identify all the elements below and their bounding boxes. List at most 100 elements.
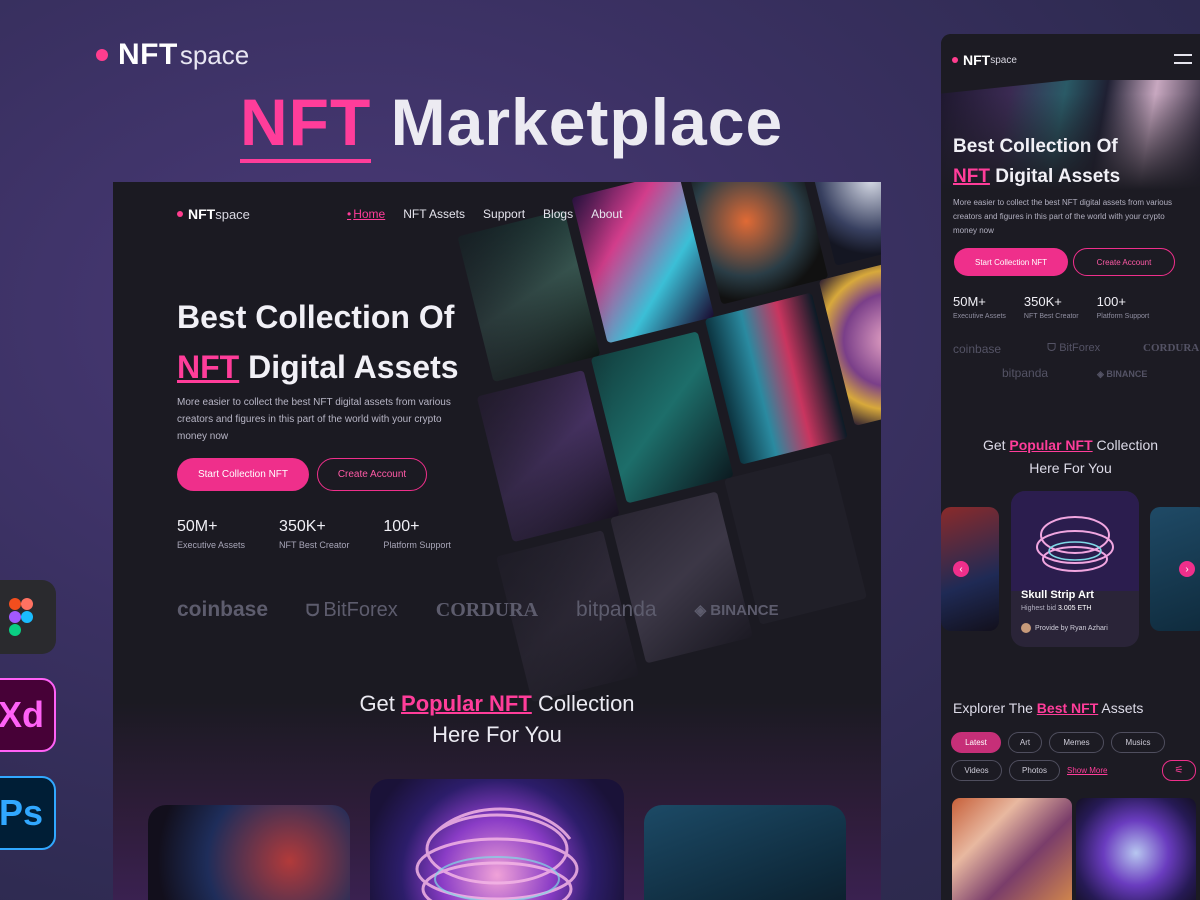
desktop-logo[interactable]: NFT space — [177, 206, 250, 222]
card-provider: Provide by Ryan Azhari — [1021, 623, 1108, 633]
start-collection-button[interactable]: Start Collection NFT — [177, 458, 309, 491]
stat-platforms: 100+ Platform Support — [1097, 294, 1150, 320]
logo-sub: space — [990, 54, 1017, 66]
stat-value: 50M+ — [953, 294, 986, 309]
logo-sub: space — [215, 206, 250, 222]
mobile-hero-heading: Best Collection Of NFT Digital Assets — [953, 132, 1120, 192]
stat-value: 50M+ — [177, 518, 218, 535]
logo-dot-icon — [952, 57, 958, 63]
stat-label: Platform Support — [383, 540, 451, 550]
hero-accent: NFT — [177, 349, 240, 385]
carousel-prev-icon[interactable]: ‹ — [953, 561, 969, 577]
popular-post: Collection — [1096, 437, 1159, 453]
show-more-link[interactable]: Show More — [1067, 766, 1107, 775]
chip-videos[interactable]: Videos — [951, 760, 1002, 781]
hero-line2: Digital Assets — [248, 349, 459, 385]
skull-art-icon — [415, 807, 579, 900]
logo-main: NFT — [963, 52, 991, 68]
nft-card[interactable] — [148, 805, 350, 900]
stat-label: NFT Best Creator — [1023, 313, 1079, 320]
art-tile — [704, 292, 848, 465]
logo-dot-icon — [177, 211, 183, 217]
hero-accent: NFT — [953, 166, 990, 187]
mobile-navbar: NFT space — [941, 34, 1200, 80]
mobile-stats-row: 50M+ Executive Assets 350K+ NFT Best Creat… — [953, 294, 1149, 320]
brand-logo: NFT space — [96, 38, 249, 72]
binance-icon: ◈ — [694, 602, 711, 619]
popular-accent: Popular NFT — [1009, 437, 1093, 453]
partner-coinbase: coinbase — [953, 342, 1002, 356]
partner-binance: ◈ BINANCE — [1097, 369, 1147, 380]
filter-sliders-icon[interactable]: ⚟ — [1162, 760, 1196, 781]
partner-bitpanda: bitpanda — [1002, 366, 1049, 380]
chip-latest[interactable]: Latest — [951, 732, 1001, 753]
carousel-next-icon[interactable]: › — [1179, 561, 1195, 577]
nft-card[interactable] — [644, 805, 846, 900]
nav-nft-assets[interactable]: NFT Assets — [403, 207, 465, 221]
hero-line2: Digital Assets — [995, 166, 1121, 187]
partner-logos: coinbase ᗜ BitForex CORDURA bitpanda ◈ BI… — [177, 598, 779, 622]
stat-value: 100+ — [383, 518, 420, 535]
explore-pre: Explorer The — [953, 700, 1033, 716]
create-account-button[interactable]: Create Account — [317, 458, 427, 491]
partner-coinbase: coinbase — [177, 598, 269, 621]
hero-line1: Best Collection Of — [953, 136, 1118, 157]
partner-cordura: CORDURA — [435, 598, 539, 621]
popular-post: Collection — [537, 691, 635, 716]
art-tile — [610, 491, 754, 664]
nft-card-featured[interactable] — [370, 779, 624, 900]
xd-label: Xd — [0, 694, 44, 735]
partner-bitpanda: bitpanda — [576, 598, 657, 621]
explore-accent: Best NFT — [1036, 700, 1099, 716]
page-title: NFT Marketplace — [240, 84, 784, 163]
partner-binance-label: BINANCE — [1106, 369, 1148, 379]
popular-accent: Popular NFT — [401, 691, 532, 716]
partner-binance-label: BINANCE — [710, 602, 779, 619]
partner-cordura: CORDURA — [1143, 342, 1200, 354]
nav-blogs[interactable]: Blogs — [543, 207, 573, 221]
chip-memes[interactable]: Memes — [1049, 732, 1104, 753]
chip-photos[interactable]: Photos — [1009, 760, 1060, 781]
popular-pre: Get — [359, 691, 395, 716]
skull-art-icon — [1011, 491, 1139, 591]
desktop-navbar: NFT space Home NFT Assets Support Blogs … — [177, 206, 817, 226]
nav-support[interactable]: Support — [483, 207, 525, 221]
chip-art[interactable]: Art — [1008, 732, 1042, 753]
binance-icon: ◈ — [1097, 369, 1107, 379]
explore-thumb[interactable] — [1076, 798, 1196, 900]
card-bid: Highest bid 3.005 ETH — [1021, 605, 1091, 612]
page-title-rest: Marketplace — [390, 85, 784, 159]
nav-home[interactable]: Home — [347, 207, 385, 221]
hamburger-menu-icon[interactable] — [1174, 54, 1192, 70]
mobile-mockup: NFT space Best Collection Of NFT Digital… — [941, 34, 1200, 900]
stat-label: Executive Assets — [953, 313, 1006, 320]
figma-icon — [0, 580, 56, 654]
popular-line2: Here For You — [1029, 460, 1112, 476]
card-bid-value: 3.005 ETH — [1057, 605, 1092, 612]
nav-about[interactable]: About — [591, 207, 622, 221]
popular-line2: Here For You — [432, 722, 562, 747]
carousel-prev-card[interactable] — [941, 507, 999, 631]
desktop-mockup: NFT space Home NFT Assets Support Blogs … — [113, 182, 881, 900]
hero-description: More easier to collect the best NFT digi… — [177, 397, 451, 442]
photoshop-icon: Ps — [0, 776, 56, 850]
ps-label: Ps — [0, 792, 44, 833]
card-title: Skull Strip Art — [1021, 589, 1094, 601]
hero-line1: Best Collection Of — [177, 299, 455, 335]
bitforex-icon: ᗜ — [1047, 342, 1060, 354]
stat-assets: 50M+ Executive Assets — [953, 294, 1006, 320]
card-bid-label: Highest bid — [1021, 605, 1057, 612]
partner-binance: ◈ BINANCE — [695, 601, 779, 619]
stat-creators: 350K+ NFT Best Creator — [279, 518, 349, 550]
stat-label: NFT Best Creator — [279, 540, 350, 550]
mobile-create-account-button[interactable]: Create Account — [1073, 248, 1175, 276]
mobile-popular-title: Get Popular NFT Collection Here For You — [941, 434, 1200, 480]
mobile-logo[interactable]: NFT space — [952, 52, 1017, 68]
chip-musics[interactable]: Musics — [1111, 732, 1165, 753]
featured-nft-card[interactable]: Skull Strip Art Highest bid 3.005 ETH Pr… — [1011, 491, 1139, 647]
xd-icon: Xd — [0, 678, 56, 752]
partner-bitforex-label: BitForex — [1059, 342, 1101, 354]
mobile-start-collection-button[interactable]: Start Collection NFT — [954, 248, 1068, 276]
partner-bitforex: ᗜ BitForex — [1047, 342, 1100, 355]
explore-thumb[interactable] — [952, 798, 1072, 900]
